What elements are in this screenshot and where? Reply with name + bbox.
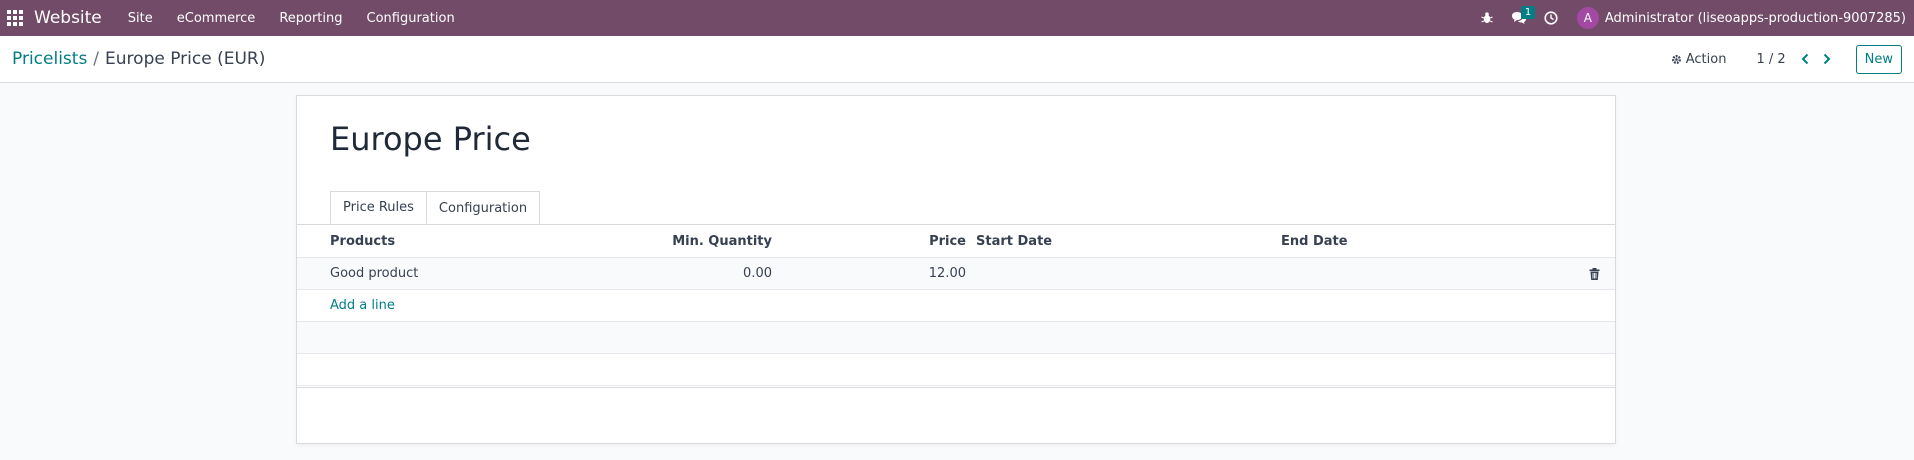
message-count-badge: 1 <box>1520 6 1536 19</box>
avatar[interactable]: A <box>1576 7 1599 29</box>
main-menu: Site eCommerce Reporting Configuration <box>116 0 467 36</box>
row-product[interactable]: Good product <box>330 258 418 289</box>
column-products[interactable]: Products <box>330 225 395 257</box>
column-price[interactable]: Price <box>929 225 966 257</box>
action-button[interactable]: Action <box>1671 51 1727 67</box>
systray: 1 A Administrator (liseoapps-production-… <box>1471 0 1914 36</box>
pager-value[interactable]: 1 / 2 <box>1756 52 1785 67</box>
breadcrumb-pricelists[interactable]: Pricelists <box>12 49 87 69</box>
user-menu[interactable]: Administrator (liseoapps-production-9007… <box>1605 11 1906 26</box>
trash-icon <box>1589 267 1600 280</box>
add-line-row: Add a line <box>297 290 1615 322</box>
empty-row <box>297 322 1615 354</box>
table-header: Products Min. Quantity Price Start Date … <box>297 225 1615 258</box>
pager-next-button[interactable] <box>1816 48 1838 70</box>
debug-button[interactable] <box>1471 0 1503 36</box>
menu-item-site[interactable]: Site <box>116 0 165 36</box>
apps-grid-icon <box>7 10 23 26</box>
clock-icon <box>1544 11 1558 25</box>
menu-item-ecommerce[interactable]: eCommerce <box>165 0 268 36</box>
column-min-quantity[interactable]: Min. Quantity <box>672 225 772 257</box>
control-panel: Pricelists / Europe Price (EUR) Action 1… <box>0 36 1914 83</box>
messaging-button[interactable]: 1 <box>1503 0 1536 36</box>
column-end-date[interactable]: End Date <box>1281 225 1348 257</box>
delete-row-button[interactable] <box>1589 258 1600 289</box>
chevron-left-icon <box>1801 53 1808 65</box>
table-bottom-divider <box>297 387 1615 388</box>
empty-row <box>297 354 1615 386</box>
menu-item-reporting[interactable]: Reporting <box>267 0 354 36</box>
breadcrumb-current: Europe Price (EUR) <box>105 49 266 69</box>
row-price[interactable]: 12.00 <box>929 258 966 289</box>
action-label: Action <box>1685 51 1727 67</box>
breadcrumb-separator: / <box>93 49 100 69</box>
new-button[interactable]: New <box>1855 44 1902 74</box>
top-navbar: Website Site eCommerce Reporting Configu… <box>0 0 1914 36</box>
tab-price-rules[interactable]: Price Rules <box>330 191 427 224</box>
notebook-tabs: Price Rules Configuration <box>330 191 541 224</box>
column-start-date[interactable]: Start Date <box>976 225 1052 257</box>
menu-item-configuration[interactable]: Configuration <box>355 0 467 36</box>
pricelist-name-field[interactable]: Europe Price <box>330 120 531 158</box>
activities-button[interactable] <box>1535 0 1567 36</box>
pager-previous-button[interactable] <box>1794 48 1816 70</box>
tab-configuration[interactable]: Configuration <box>426 191 541 224</box>
app-brand[interactable]: Website <box>34 8 102 28</box>
row-min-quantity[interactable]: 0.00 <box>743 258 772 289</box>
table-row[interactable]: Good product 0.00 12.00 <box>297 258 1615 290</box>
add-line-link[interactable]: Add a line <box>330 290 395 321</box>
apps-menu-button[interactable] <box>0 0 30 36</box>
form-sheet: Europe Price Price Rules Configuration P… <box>296 95 1616 444</box>
bug-icon <box>1481 12 1493 23</box>
chevron-right-icon <box>1823 53 1831 65</box>
gear-icon <box>1671 54 1681 64</box>
price-rules-table: Products Min. Quantity Price Start Date … <box>297 225 1615 386</box>
control-actions: Action 1 / 2 New <box>1671 44 1902 74</box>
